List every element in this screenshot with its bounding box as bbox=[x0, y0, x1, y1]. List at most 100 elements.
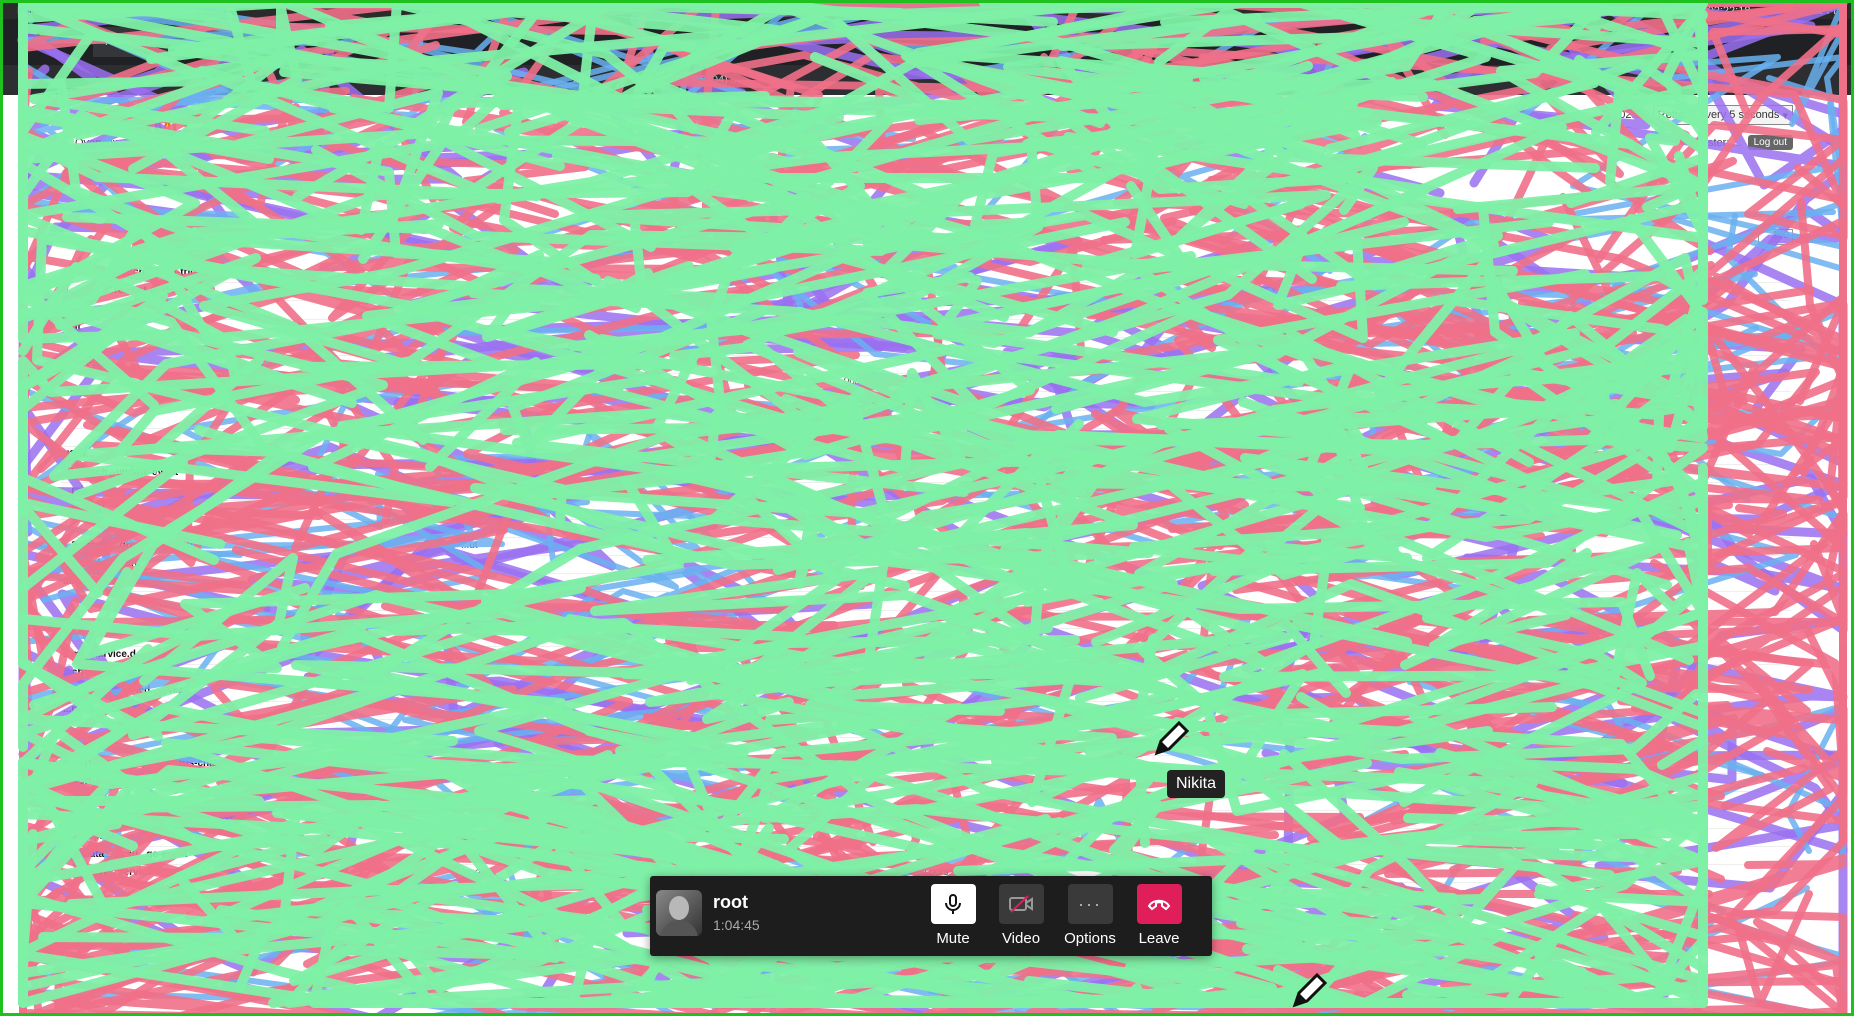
screen-share-frame: Edit View History Help 01:02:22:18 ◠ ⌕ 0… bbox=[0, 0, 1854, 1016]
menu-help[interactable]: Help bbox=[136, 5, 159, 17]
exchange-name-link[interactable]: ...geo-exp...service.v... bbox=[63, 867, 168, 878]
menubar-date: 06-11 Fr bbox=[1796, 5, 1837, 17]
exchange-type: fanout bbox=[461, 867, 489, 879]
table-row: ...-downl...d-sched...-event bbox=[61, 683, 1791, 702]
exchange-name-link[interactable]: ...mi... bbox=[63, 485, 91, 496]
exchange-name-link[interactable]: ...king-service.tr... bbox=[63, 576, 147, 587]
exchange-name-link[interactable]: ...-downl...d-sched...-event bbox=[63, 685, 188, 696]
video-button[interactable]: Video bbox=[991, 884, 1051, 947]
table-row: ...ort-api.se... bbox=[61, 829, 1791, 847]
table-row: ...nt bbox=[61, 320, 1791, 338]
browser-tab-strip: RabbitM... bbox=[3, 19, 1851, 65]
tab-overview[interactable]: Overview bbox=[75, 137, 121, 149]
more-options-icon: ··· bbox=[1067, 884, 1113, 924]
exchange-name-link[interactable]: raw-data...se.su...ge-event bbox=[63, 849, 188, 860]
table-row: report-service.report-status-change... bbox=[61, 756, 1791, 775]
menu-view[interactable]: View bbox=[50, 5, 74, 17]
exchange-type: ...out bbox=[461, 612, 484, 624]
table-row: D bbox=[61, 720, 1791, 738]
bookmark-item[interactable]: ...Q Manage bbox=[1228, 74, 1289, 86]
table-row: r...-service... bbox=[61, 738, 1791, 757]
options-button[interactable]: ··· Options bbox=[1060, 884, 1120, 947]
exchange-type: ...out bbox=[461, 703, 484, 715]
table-row: ...mi... bbox=[61, 483, 1791, 502]
table-row: tt2-synch...update-event ...out bbox=[61, 465, 1791, 484]
exchange-name-link[interactable]: report-service.report-status-change... bbox=[63, 758, 241, 769]
pencil-cursor-icon bbox=[1292, 972, 1328, 1008]
call-control-bar: root 1:04:45 Mute Video ··· Options Leav… bbox=[650, 876, 1212, 956]
exchange-name-link[interactable]: ...u...e...nt bbox=[63, 358, 109, 369]
message-rate-in: .00/s bbox=[841, 376, 863, 388]
table-row: v...-event...re...ent-router bbox=[61, 283, 1791, 302]
exchange-name-link[interactable]: tt2-synch...update-event bbox=[63, 467, 178, 478]
exchange-name-link[interactable]: tt2-w... bbox=[63, 449, 94, 460]
durable-badge: D bbox=[647, 721, 658, 733]
browser-tab-rabbitmq[interactable]: RabbitM... bbox=[93, 27, 253, 57]
bookmark-item[interactable]: Sentry bbox=[868, 74, 900, 86]
exchange-name-link[interactable]: report-ap...report-status-change-event bbox=[63, 813, 245, 824]
microphone-icon bbox=[930, 884, 976, 924]
logout-button[interactable]: Log out bbox=[1747, 135, 1793, 150]
table-row: ...mobi...rvice.d... bbox=[61, 647, 1791, 666]
exchange-type: ...out bbox=[461, 467, 484, 479]
table-row: report-service.r... fanout bbox=[61, 774, 1791, 793]
bookmark-item[interactable]: ...conf ($704) ... bbox=[663, 74, 740, 86]
exchange-name-link[interactable]: ...2-driver-...drive-...te-event bbox=[63, 540, 194, 551]
table-row: raw-data...se.su...ge-event fanout D bbox=[61, 847, 1791, 866]
exchange-name-link[interactable]: ...nt bbox=[63, 322, 81, 333]
exchange-name-link[interactable]: trailer-de...event bbox=[63, 558, 140, 569]
exchange-name-link[interactable]: ...rvice.v...ent bbox=[63, 704, 126, 715]
exchange-type: fanout bbox=[461, 849, 489, 860]
main-nav-tabs: Overview Channels Exchanges bbox=[75, 137, 322, 149]
close-window-icon[interactable] bbox=[17, 35, 27, 45]
table-row bbox=[61, 629, 1791, 647]
exchange-type: ...ut bbox=[461, 539, 478, 551]
table-row: 0.0... bbox=[61, 429, 1791, 447]
minimize-window-icon[interactable] bbox=[33, 35, 43, 45]
video-off-icon bbox=[998, 884, 1044, 924]
exchange-name-link[interactable]: scheduling-...scheduled-trigger-event bbox=[63, 267, 241, 278]
maximize-window-icon[interactable] bbox=[49, 35, 59, 45]
tab-channels[interactable]: Channels bbox=[171, 137, 217, 149]
tab-exchanges[interactable]: Exchanges bbox=[267, 137, 321, 149]
table-row: ...out bbox=[61, 611, 1791, 629]
table-row: report-ap...report-status-change-event bbox=[61, 811, 1791, 829]
exchange-name-link[interactable]: ...mobi...rvice.d... bbox=[63, 649, 144, 660]
table-row bbox=[61, 592, 1791, 611]
menu-edit[interactable]: Edit bbox=[17, 5, 36, 17]
exchange-name-link[interactable]: r...-service... bbox=[63, 740, 121, 751]
participant-cursor-label: Nikita bbox=[1167, 770, 1226, 798]
exchange-name-link[interactable]: ...ort-api.se... bbox=[63, 831, 125, 842]
refresh-timestamp: 02:06 bbox=[1619, 109, 1647, 121]
exchange-type: fanout bbox=[461, 776, 489, 788]
table-row: trailer-de...event bbox=[61, 556, 1791, 575]
refresh-interval-select[interactable]: Refresh every 5 seconds ▾ bbox=[1652, 105, 1793, 125]
exchange-name-link[interactable]: ...gration bbox=[63, 503, 105, 514]
browser-bookmarks-bar: Not... ...conf ($704) ... Sentry ...Q Ma… bbox=[3, 65, 1851, 95]
table-row: ...rvice.v...ent ...out bbox=[61, 702, 1791, 720]
exchange-name-link[interactable]: report-service.r... bbox=[63, 776, 144, 787]
call-timer: 1:04:45 bbox=[713, 917, 760, 933]
table-row: ...u...e...nt bbox=[61, 356, 1791, 375]
exchange-name-link[interactable]: v...-event...re...ent-router bbox=[63, 285, 179, 296]
menubar-clock: 01:02:22:18 bbox=[1692, 5, 1751, 17]
exchange-name-link[interactable]: tacho-downl... bbox=[63, 667, 130, 678]
pencil-cursor-icon bbox=[1154, 720, 1190, 756]
page-size-input[interactable]: 100 bbox=[1758, 229, 1793, 245]
table-row: 0.0...s bbox=[61, 411, 1791, 429]
bookmark-item[interactable]: Not... bbox=[573, 74, 599, 86]
menu-history[interactable]: History bbox=[88, 5, 122, 17]
table-row: ...2-driver-...drive-...te-event ...ut bbox=[61, 538, 1791, 556]
message-rate-in: 0.0...s bbox=[841, 412, 869, 424]
caller-name: root bbox=[713, 892, 748, 912]
table-row: scheduling-...scheduled-trigger-event bbox=[61, 265, 1791, 284]
avatar bbox=[656, 890, 702, 936]
mute-button[interactable]: Mute bbox=[923, 884, 983, 947]
table-row: tacho-downl... bbox=[61, 665, 1791, 684]
user-area: Cluster: ... Log out bbox=[1691, 135, 1793, 150]
table-row bbox=[61, 338, 1791, 356]
cluster-user-text: Cluster: ... bbox=[1691, 136, 1742, 149]
table-row: ...gration bbox=[61, 501, 1791, 520]
leave-button[interactable]: Leave bbox=[1129, 884, 1189, 947]
search-icon[interactable]: ⌕ bbox=[1780, 5, 1786, 18]
